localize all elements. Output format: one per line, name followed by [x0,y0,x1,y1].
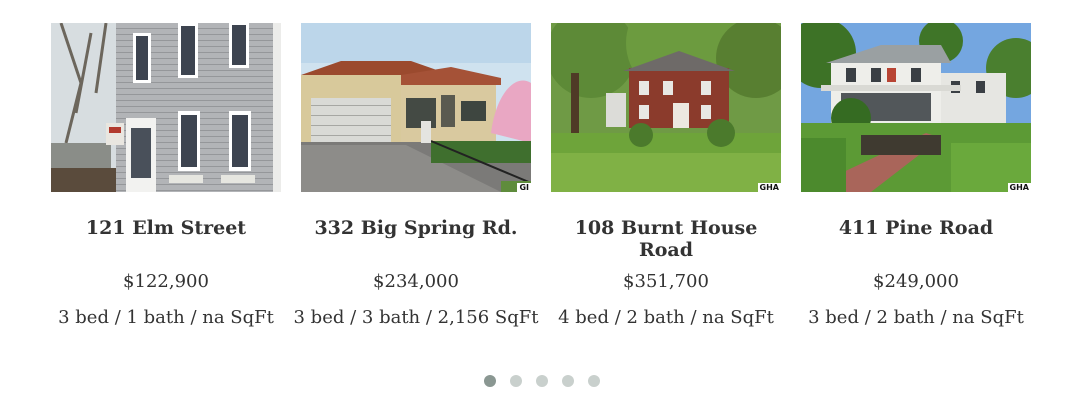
listing-beds: 3 bed [808,307,859,328]
listing-specs: 3 bed / 1 bath / na SqFt [58,307,274,328]
listing-address[interactable]: 108 Burnt House Road [550,217,782,261]
listings-carousel: 121 Elm Street $122,900 3 bed / 1 bath /… [0,0,1083,401]
listing-price: $351,700 [623,271,709,292]
listing-address[interactable]: 411 Pine Road [800,217,1032,239]
listing-specs: 3 bed / 2 bath / na SqFt [808,307,1024,328]
listing-beds: 3 bed [293,307,345,328]
mls-badge: GI [517,183,531,192]
pagination-dot[interactable] [483,375,496,387]
listing-photo[interactable] [51,23,281,192]
pagination-dot[interactable] [561,375,574,387]
carousel-pagination [0,375,1083,387]
listing-sqft: na SqFt [202,307,274,328]
listing-photo[interactable]: GHA [551,23,781,192]
listing-price: $122,900 [123,271,209,292]
listing-photo[interactable]: GHA [801,23,1031,192]
listing-sqft: na SqFt [702,307,774,328]
listing-baths: 2 bath [876,307,935,328]
mls-badge: GHA [1007,183,1031,192]
listing-baths: 1 bath [126,307,185,328]
listing-beds: 4 bed [558,307,609,328]
pagination-dot[interactable] [535,375,548,387]
listing-address[interactable]: 332 Big Spring Rd. [300,217,532,239]
listing-sqft: na SqFt [952,307,1024,328]
listing-specs: 3 bed / 3 bath / 2,156 SqFt [293,307,539,328]
listing-baths: 3 bath [361,307,421,328]
listing-specs: 4 bed / 2 bath / na SqFt [558,307,774,328]
pagination-dot[interactable] [587,375,600,387]
listing-beds: 3 bed [58,307,109,328]
listing-price: $234,000 [373,271,459,292]
listing-baths: 2 bath [626,307,685,328]
listing-photo[interactable]: GI [301,23,531,192]
listing-price: $249,000 [873,271,959,292]
mls-badge: GHA [757,183,781,192]
pagination-dot[interactable] [509,375,522,387]
listing-address[interactable]: 121 Elm Street [50,217,282,239]
listing-sqft: 2,156 SqFt [437,307,539,328]
